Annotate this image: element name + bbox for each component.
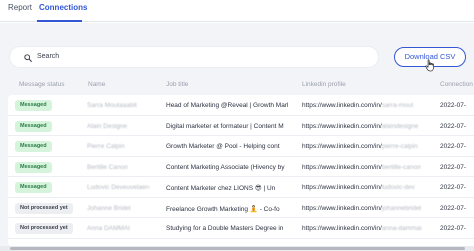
job-title-cell: Digital marketer et formateur | Content … [166, 122, 284, 130]
table-row[interactable]: Messaged Pierre Calpin Growth Marketer @… [8, 136, 474, 157]
name-cell: Bertille Canon [87, 163, 128, 171]
column-header-name[interactable]: Name [88, 81, 105, 88]
status-badge: Not processed yet [15, 202, 73, 214]
connection-date-cell: 2022-07- [440, 204, 467, 212]
linkedin-cell[interactable]: https://www.linkedin.com/in/ludovic-dev [302, 184, 428, 191]
table-header: Message status Name Job title Linkedin p… [0, 79, 474, 92]
linkedin-cell[interactable]: https://www.linkedin.com/in/alaindesigne [302, 123, 428, 130]
name-cell: Sarra Moutaaabit [87, 102, 137, 109]
search-input[interactable]: Search [9, 46, 379, 68]
table-row[interactable]: Not processed yet Johanne Bridet Freelan… [8, 198, 474, 218]
search-icon [24, 54, 32, 62]
tab-report[interactable]: Report [8, 3, 32, 12]
table-row[interactable]: Messaged Bertille Canon Content Marketin… [8, 157, 474, 177]
connection-date-cell: 2022-07- [440, 225, 467, 232]
table-row[interactable]: Messaged Sarra Moutaaabit Head of Market… [8, 95, 474, 116]
table-row[interactable]: Messaged Ludovic Deveuvelaere Content Ma… [8, 177, 474, 198]
status-badge: Messaged [15, 161, 52, 173]
column-header-job-title[interactable]: Job title [166, 81, 188, 88]
job-title-cell: Head of Marketing @Reveal | Growth Mark [166, 102, 288, 109]
connection-date-cell: 2022-07- [440, 122, 467, 130]
name-cell: Anna DAMMAI [87, 225, 130, 232]
job-title-cell: Studying for a Double Masters Degree in [166, 225, 284, 232]
linkedin-cell[interactable]: https://www.linkedin.com/in/anna-dammai [302, 225, 428, 232]
connection-date-cell: 2022-07- [440, 184, 467, 191]
linkedin-cell[interactable]: https://www.linkedin.com/in/bertille-can… [302, 164, 428, 171]
status-badge: Messaged [15, 120, 52, 132]
status-badge: Not processed yet [15, 223, 73, 234]
connection-date-cell: 2022-07- [440, 143, 467, 150]
name-cell: Johanne Bridet [87, 204, 131, 212]
tab-bar: Report Connections [0, 0, 474, 22]
scrollbar-thumb[interactable] [10, 247, 465, 250]
active-tab-indicator [37, 20, 82, 22]
linkedin-cell[interactable]: https://www.linkedin.com/in/sarra-mout [302, 102, 428, 109]
linkedin-cell[interactable]: https://www.linkedin.com/in/johannebride… [302, 205, 428, 212]
name-cell: Alain Designe [87, 122, 128, 130]
linkedin-cell[interactable]: https://www.linkedin.com/in/pierre-calpi… [302, 143, 428, 150]
job-title-cell: Growth Marketer @ Pool - Helping cont [166, 143, 280, 150]
name-cell: Ludovic Deveuvelaere [87, 184, 149, 191]
table-row[interactable]: Messaged Alain Designe Digital marketer … [8, 116, 474, 136]
name-cell: Pierre Calpin [87, 143, 125, 150]
search-label: Search [37, 53, 60, 60]
job-title-cell: Freelance Growth Marketing 🧘 - Co-fo [166, 205, 280, 213]
column-header-connection[interactable]: Connection [440, 81, 473, 88]
hand-pointer-icon [425, 59, 434, 72]
connection-date-cell: 2022-07- [440, 163, 467, 171]
status-badge: Messaged [15, 141, 52, 152]
table-row[interactable]: Not processed yet Anna DAMMAI Studying f… [8, 218, 474, 239]
job-title-cell: Content Marketing Associate (Hivency by [166, 163, 285, 171]
status-badge: Messaged [15, 100, 52, 111]
column-header-status[interactable]: Message status [19, 81, 65, 88]
horizontal-scrollbar[interactable] [0, 246, 474, 251]
job-title-cell: Content Marketer chez LIONS 😎 | Un [166, 185, 276, 192]
status-badge: Messaged [15, 182, 52, 193]
column-header-linkedin[interactable]: Linkedin profile [302, 81, 346, 88]
connection-date-cell: 2022-07- [440, 102, 467, 109]
tab-connections[interactable]: Connections [39, 3, 87, 12]
connections-table: Messaged Sarra Moutaaabit Head of Market… [8, 95, 474, 246]
